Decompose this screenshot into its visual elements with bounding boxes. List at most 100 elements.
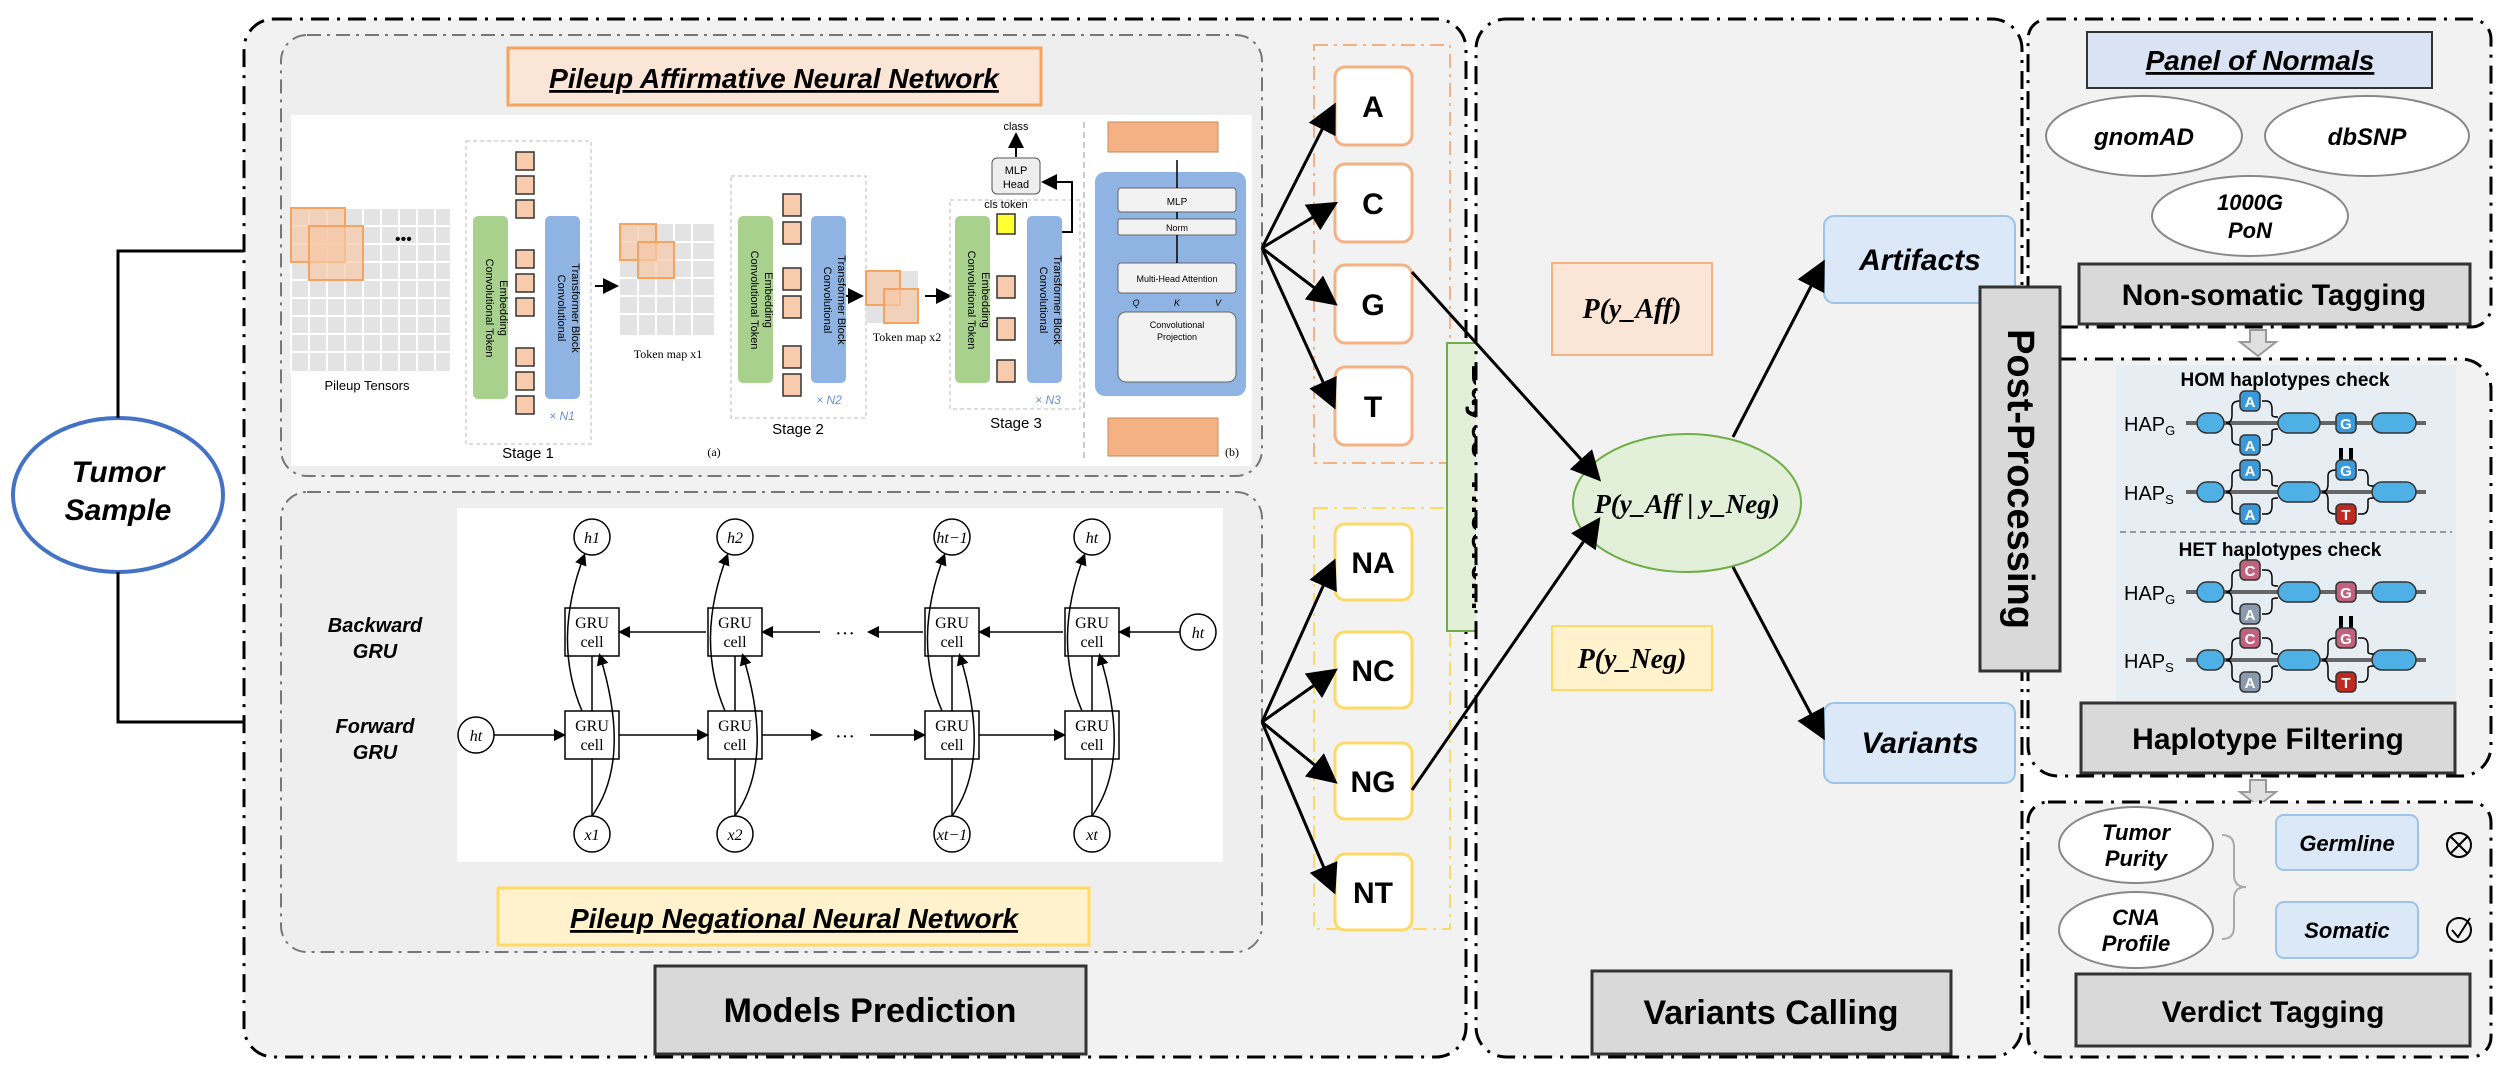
class-label: NT [1353,877,1393,910]
artifacts-label: Artifacts [1858,244,1981,277]
svg-text:Convolutional: Convolutional [821,267,833,334]
pipeline-diagram: Tumor Sample Pileup Affirmative Neural N… [11,17,2493,1059]
gru-cell-label: cell [580,634,604,651]
panel-of-normals-label: Panel of Normals [2146,45,2375,76]
svg-text:A: A [2245,394,2256,411]
svg-text:Multi-Head Attention: Multi-Head Attention [1136,274,1217,284]
svg-text:K: K [1174,298,1181,308]
gru-cell-label: GRU [935,718,969,735]
affirmative-title: Pileup Affirmative Neural Network [549,63,1000,94]
gru-cell-label: cell [580,737,604,754]
pileup-tensors-label: Pileup Tensors [324,378,410,393]
pileup-tensor-grid: ••• [290,207,452,373]
gru-cell-label: cell [1080,737,1104,754]
cna-profile-node [2058,891,2214,969]
tumor-purity-label-2: Purity [2105,846,2169,871]
svg-text:···: ··· [835,623,855,645]
svg-text:cls token: cls token [984,199,1027,211]
class-label: NA [1351,547,1394,580]
tumor-purity-label-1: Tumor [2102,820,2171,845]
svg-text:Transformer Block: Transformer Block [1051,255,1063,345]
class-label: NG [1351,766,1396,799]
mlp-head: MLP Head [991,157,1041,195]
p-aff-label: P(y_Aff) [1582,294,1682,325]
stage-3-label: Stage 3 [990,415,1042,432]
svg-text:···: ··· [835,726,855,748]
token-map-1-label: Token map x1 [634,347,702,361]
haplotype-filtering-label: Haplotype Filtering [2132,723,2404,756]
posterior-label: P(y_Aff | y_Neg) [1593,489,1779,519]
hom-check-label: HOM haplotypes check [2180,370,2389,391]
svg-text:MLP: MLP [1167,197,1188,208]
token-map-2-label: Token map x2 [873,330,941,344]
svg-text:× N1: × N1 [549,409,575,423]
gru-cell-label: GRU [575,718,609,735]
negational-title: Pileup Negational Neural Network [570,903,1020,934]
svg-text:C: C [2245,631,2256,648]
gru-cell-label: GRU [1075,615,1109,632]
tumor-label: Tumor [72,456,167,489]
svg-text:Convolutional Token: Convolutional Token [748,251,760,350]
gru-cell-label: cell [940,634,964,651]
svg-text:G: G [2340,631,2352,648]
svg-text:A: A [2245,607,2256,624]
svg-text:GRU: GRU [353,641,398,663]
hidden-state-label: ht [1086,530,1099,547]
svg-text:T: T [2341,507,2350,524]
svg-text:•••: ••• [395,231,412,248]
svg-text:Q: Q [1132,298,1139,308]
svg-text:A: A [2245,675,2256,692]
cna-label-1: CNA [2112,905,2160,930]
svg-text:Convolutional Token: Convolutional Token [965,251,977,350]
hidden-state-label: h1 [584,530,600,547]
gru-cell-label: cell [723,737,747,754]
input-label: xt−1 [936,827,967,844]
somatic-label: Somatic [2304,918,2390,943]
svg-text:Head: Head [1003,179,1029,191]
gru-cell-label: GRU [1075,718,1109,735]
svg-text:A: A [2245,507,2256,524]
svg-text:Projection: Projection [1157,332,1197,342]
stage-2-label: Stage 2 [772,421,824,438]
1000g-label: 1000G [2217,190,2283,215]
germline-label: Germline [2299,831,2394,856]
svg-text:C: C [2245,563,2256,580]
post-processing-label: Post-Processing [1999,329,2041,629]
svg-text:Transformer Block: Transformer Block [835,255,847,345]
panel-b-label: (b) [1225,445,1239,459]
initial-backward-label: ht [1192,625,1205,642]
variants-label: Variants [1861,727,1978,760]
sample-label: Sample [65,494,172,527]
tumor-sample-node: Tumor Sample [11,416,225,574]
initial-forward-label: ht [470,728,483,745]
hidden-state-label: h2 [727,530,743,547]
hidden-state-label: ht−1 [936,530,967,547]
class-label: A [1362,91,1384,124]
gnomad-label: gnomAD [2093,124,2194,151]
down-arrow-icon [2237,329,2279,358]
panel-a-label: (a) [707,445,720,459]
svg-text:Transformer Block: Transformer Block [569,263,581,353]
pon-label: PoN [2228,218,2273,243]
class-label: C [1362,188,1384,221]
tumor-purity-node [2058,806,2214,884]
svg-text:A: A [2245,463,2256,480]
gru-cell-label: cell [940,737,964,754]
svg-text:Backward: Backward [328,615,423,637]
svg-text:× N3: × N3 [1035,393,1061,407]
het-check-label: HET haplotypes check [2179,540,2382,561]
gru-cell-label: GRU [718,615,752,632]
svg-text:GRU: GRU [353,742,398,764]
dbsnp-label: dbSNP [2328,124,2408,151]
input-label: x1 [583,827,599,844]
1000g-pon-node [2151,175,2349,257]
svg-text:G: G [2340,416,2352,433]
svg-text:V: V [1215,298,1222,308]
gru-cell-label: cell [723,634,747,651]
svg-text:Embedding: Embedding [762,272,774,328]
svg-text:T: T [2341,675,2350,692]
verdict-tagging-label: Verdict Tagging [2162,996,2385,1029]
svg-text:Embedding: Embedding [497,280,509,336]
svg-text:Convolutional: Convolutional [1037,267,1049,334]
stage-1-label: Stage 1 [502,445,554,462]
